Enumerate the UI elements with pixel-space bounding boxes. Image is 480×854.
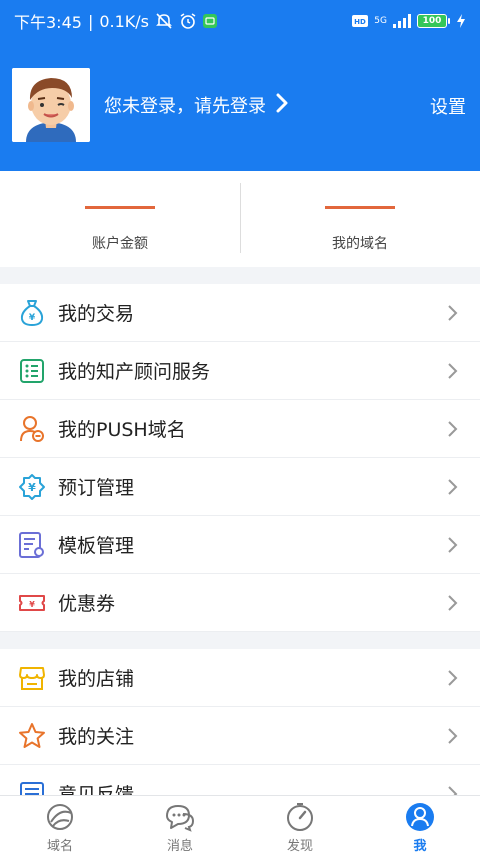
chevron-right-icon <box>448 421 458 437</box>
store-icon <box>18 664 46 692</box>
tab-label: 消息 <box>166 839 193 854</box>
tab-label: 发现 <box>286 839 313 854</box>
bottom-tab-bar: 域名 消息 发现 我 <box>0 795 480 854</box>
yen-gear-icon: ¥ <box>18 473 46 501</box>
menu-item-ip-advisor[interactable]: 我的知产顾问服务 <box>0 342 480 400</box>
menu-group-1: ¥ 我的交易 我的知产顾问服务 我的PUSH域名 ¥ 预订管理 模板管理 ¥ 优… <box>0 284 480 632</box>
status-time: 下午3:45 <box>14 13 82 32</box>
network-type: 5G <box>374 15 387 26</box>
login-prompt-text: 您未登录，请先登录 <box>104 96 266 117</box>
menu-item-coupons[interactable]: ¥ 优惠券 <box>0 574 480 632</box>
template-icon <box>18 531 46 559</box>
menu-item-my-trades[interactable]: ¥ 我的交易 <box>0 284 480 342</box>
list-icon <box>18 357 46 385</box>
chevron-right-icon <box>448 670 458 686</box>
menu-item-reservations[interactable]: ¥ 预订管理 <box>0 458 480 516</box>
svg-text:¥: ¥ <box>29 313 36 323</box>
menu-item-label: 我的知产顾问服务 <box>58 361 211 383</box>
menu-item-label: 我的关注 <box>58 726 135 748</box>
user-push-icon <box>18 415 46 443</box>
chevron-right-icon <box>448 728 458 744</box>
profile-header: 下午3:45 | 0.1K/s HD 5G 100 您未登录，请先登录 设置 <box>0 0 480 171</box>
settings-button[interactable]: 设置 <box>430 93 466 119</box>
money-bag-icon: ¥ <box>18 299 46 327</box>
coupon-icon: ¥ <box>18 589 46 617</box>
svg-text:¥: ¥ <box>28 481 36 494</box>
menu-item-my-store[interactable]: 我的店铺 <box>0 649 480 707</box>
chevron-right-icon <box>448 363 458 379</box>
domain-tab-icon <box>47 804 73 830</box>
app-notification-icon <box>203 14 217 28</box>
menu-item-label: 我的PUSH域名 <box>58 419 186 441</box>
chevron-right-icon <box>448 595 458 611</box>
stat-value-placeholder <box>85 206 155 209</box>
network-speed: 0.1K/s <box>99 11 149 31</box>
stat-my-domains[interactable]: 我的域名 <box>240 171 480 267</box>
tab-me[interactable]: 我 <box>360 796 480 854</box>
account-stats: 账户金额 我的域名 <box>0 171 480 267</box>
stat-value-placeholder <box>325 206 395 209</box>
menu-item-label: 我的交易 <box>58 303 135 325</box>
charging-icon <box>456 14 466 28</box>
alarm-icon <box>179 12 197 30</box>
tab-label: 域名 <box>46 839 73 854</box>
tab-messages[interactable]: 消息 <box>120 796 240 854</box>
menu-item-push-domains[interactable]: 我的PUSH域名 <box>0 400 480 458</box>
stat-account-balance[interactable]: 账户金额 <box>0 171 240 267</box>
hd-icon: HD <box>352 15 369 27</box>
menu-item-templates[interactable]: 模板管理 <box>0 516 480 574</box>
tab-discover[interactable]: 发现 <box>240 796 360 854</box>
me-tab-icon <box>406 803 434 831</box>
svg-text:HD: HD <box>354 18 366 26</box>
svg-text:¥: ¥ <box>29 600 35 609</box>
stat-label: 账户金额 <box>92 236 148 252</box>
mute-icon <box>155 12 173 30</box>
chevron-right-icon <box>276 93 288 118</box>
avatar[interactable] <box>12 68 90 142</box>
menu-item-my-follows[interactable]: 我的关注 <box>0 707 480 765</box>
login-prompt[interactable]: 您未登录，请先登录 <box>104 92 288 118</box>
chevron-right-icon <box>448 479 458 495</box>
discover-tab-icon <box>287 803 313 831</box>
battery-icon: 100 <box>417 14 450 28</box>
message-tab-icon <box>166 805 195 832</box>
menu-item-label: 模板管理 <box>58 535 135 557</box>
chevron-right-icon <box>448 305 458 321</box>
stat-label: 我的域名 <box>332 236 388 252</box>
signal-icon <box>393 14 411 28</box>
status-bar: 下午3:45 | 0.1K/s HD 5G 100 <box>0 0 480 42</box>
chevron-right-icon <box>448 537 458 553</box>
star-icon <box>18 722 46 750</box>
tab-label: 我 <box>413 839 427 854</box>
menu-item-label: 优惠券 <box>58 593 116 615</box>
tab-domains[interactable]: 域名 <box>0 796 120 854</box>
menu-item-label: 我的店铺 <box>58 668 135 690</box>
menu-item-label: 预订管理 <box>58 477 135 499</box>
